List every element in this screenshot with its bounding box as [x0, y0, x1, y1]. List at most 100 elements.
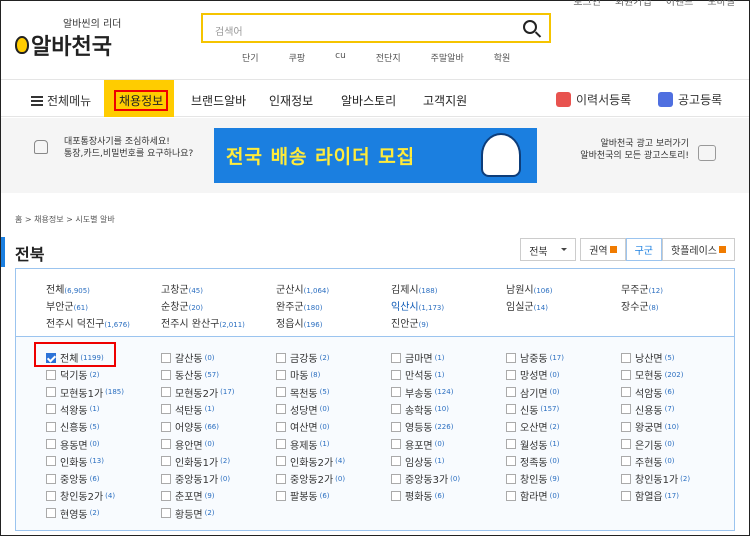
ad-link[interactable]: 알바천국 광고 보러가기 알바천국의 모든 광고스토리!	[580, 138, 689, 162]
checkbox[interactable]	[161, 404, 171, 415]
dong-checkbox-item[interactable]: 중앙동3가 (0)	[391, 471, 460, 486]
region-item[interactable]: 임실군(14)	[506, 298, 548, 313]
checkbox[interactable]	[276, 352, 286, 363]
resume-register-button[interactable]: 이력서등록	[556, 91, 631, 108]
nav-job-info[interactable]: 채용정보	[104, 80, 174, 117]
dong-checkbox-item[interactable]: 월성동 (1)	[506, 437, 560, 452]
checkbox[interactable]	[276, 404, 286, 415]
checkbox[interactable]	[161, 473, 171, 484]
dong-checkbox-item[interactable]: 인화동2가 (4)	[276, 454, 345, 469]
checkbox[interactable]	[161, 421, 171, 432]
province-select[interactable]: 전북	[520, 238, 577, 261]
checkbox[interactable]	[46, 473, 56, 484]
dong-checkbox-item[interactable]: 주현동 (0)	[621, 454, 675, 469]
dong-checkbox-item[interactable]: 춘포면 (9)	[161, 488, 215, 503]
dong-checkbox-item[interactable]: 창인동2가 (4)	[46, 488, 115, 503]
nav-story[interactable]: 알바스토리	[341, 92, 396, 109]
region-item[interactable]: 전체(6,905)	[46, 281, 90, 296]
play-icon[interactable]	[698, 145, 716, 161]
checkbox[interactable]	[276, 387, 286, 398]
checkbox[interactable]	[46, 404, 56, 415]
checkbox[interactable]	[46, 369, 56, 380]
checkbox[interactable]	[506, 421, 516, 432]
region-item[interactable]: 진안군(9)	[391, 315, 429, 330]
quick-link[interactable]: 학원	[494, 51, 511, 64]
checkbox[interactable]	[506, 369, 516, 380]
quick-link[interactable]: cu	[335, 51, 346, 64]
dong-checkbox-item[interactable]: 신흥동 (5)	[46, 419, 100, 434]
dong-checkbox-item[interactable]: 함열읍 (17)	[621, 488, 679, 503]
nav-brand[interactable]: 브랜드알바	[191, 92, 246, 109]
all-menu-button[interactable]: 전체메뉴	[31, 92, 91, 109]
dong-checkbox-item[interactable]: 용동면 (0)	[46, 437, 100, 452]
quick-link[interactable]: 전단지	[376, 51, 401, 64]
dong-checkbox-item[interactable]: 석암동 (6)	[621, 385, 675, 400]
checkbox[interactable]	[276, 439, 286, 449]
checkbox[interactable]	[161, 456, 171, 467]
dong-checkbox-item[interactable]: 삼기면 (0)	[506, 385, 560, 400]
checkbox[interactable]	[506, 456, 516, 467]
checkbox[interactable]	[506, 473, 516, 484]
dong-checkbox-item[interactable]: 정족동 (0)	[506, 454, 560, 469]
event-link[interactable]: 이벤트	[666, 0, 694, 8]
dong-checkbox-item[interactable]: 석왕동 (1)	[46, 402, 100, 417]
checkbox[interactable]	[161, 490, 171, 501]
region-item[interactable]: 정읍시(196)	[276, 315, 322, 330]
checkbox[interactable]	[161, 387, 171, 398]
dong-checkbox-item[interactable]: 신용동 (7)	[621, 402, 675, 417]
checkbox[interactable]	[391, 352, 401, 363]
region-item[interactable]: 남원시(106)	[506, 281, 552, 296]
quick-link[interactable]: 단기	[242, 51, 259, 64]
checkbox[interactable]	[276, 369, 286, 380]
region-item[interactable]: 익산시(1,173)	[391, 298, 444, 313]
dong-checkbox-item[interactable]: 낭산면 (5)	[621, 350, 675, 365]
mobile-link[interactable]: 모바일	[707, 0, 735, 8]
search-icon[interactable]	[523, 20, 537, 34]
checkbox[interactable]	[391, 439, 401, 449]
dong-checkbox-item[interactable]: 목천동 (5)	[276, 385, 330, 400]
checkbox[interactable]	[506, 439, 516, 449]
checkbox[interactable]	[161, 508, 171, 519]
quick-link[interactable]: 주말알바	[431, 51, 464, 64]
dong-checkbox-item[interactable]: 성당면 (0)	[276, 402, 330, 417]
dong-checkbox-item[interactable]: 용포면 (0)	[391, 437, 445, 452]
checkbox[interactable]	[391, 387, 401, 398]
search-box[interactable]: 검색어	[201, 13, 551, 43]
checkbox[interactable]	[276, 473, 286, 484]
checkbox[interactable]	[46, 490, 56, 501]
checkbox[interactable]	[506, 387, 516, 398]
checkbox[interactable]	[46, 421, 56, 432]
tab-region[interactable]: 권역	[580, 238, 626, 261]
dong-checkbox-item[interactable]: 영등동 (226)	[391, 419, 453, 434]
checkbox[interactable]	[276, 421, 286, 432]
signup-link[interactable]: 회원가입	[615, 0, 652, 8]
checkbox[interactable]	[506, 490, 516, 501]
checkbox[interactable]	[161, 369, 171, 380]
dong-checkbox-item[interactable]: 중앙동 (6)	[46, 471, 100, 486]
dong-checkbox-item[interactable]: 인화동 (13)	[46, 454, 104, 469]
dong-checkbox-item[interactable]: 금강동 (2)	[276, 350, 330, 365]
dong-checkbox-item[interactable]: 송학동 (10)	[391, 402, 449, 417]
search-input[interactable]: 검색어	[215, 23, 243, 38]
dong-checkbox-item[interactable]: 마동 (8)	[276, 367, 320, 382]
checkbox[interactable]	[276, 456, 286, 467]
checkbox[interactable]	[621, 369, 631, 380]
dong-checkbox-item[interactable]: 석탄동 (1)	[161, 402, 215, 417]
dong-checkbox-item[interactable]: 만석동 (1)	[391, 367, 445, 382]
dong-checkbox-item[interactable]: 현영동 (2)	[46, 506, 100, 521]
checkbox[interactable]	[161, 439, 171, 449]
dong-checkbox-item[interactable]: 남중동 (17)	[506, 350, 564, 365]
dong-checkbox-item[interactable]: 신동 (157)	[506, 402, 559, 417]
region-item[interactable]: 완주군(180)	[276, 298, 322, 313]
dong-checkbox-item[interactable]: 용제동 (1)	[276, 437, 330, 452]
checkbox[interactable]	[46, 456, 56, 467]
dong-checkbox-item[interactable]: 인화동1가 (2)	[161, 454, 230, 469]
nav-support[interactable]: 고객지원	[423, 92, 467, 109]
checkbox[interactable]	[161, 352, 171, 363]
dong-checkbox-item[interactable]: 부송동 (124)	[391, 385, 453, 400]
checkbox[interactable]	[621, 439, 631, 449]
checkbox[interactable]	[46, 508, 56, 519]
dong-checkbox-item[interactable]: 갈산동 (0)	[161, 350, 215, 365]
checkbox[interactable]	[391, 404, 401, 415]
region-item[interactable]: 전주시 완산구(2,011)	[161, 315, 245, 330]
